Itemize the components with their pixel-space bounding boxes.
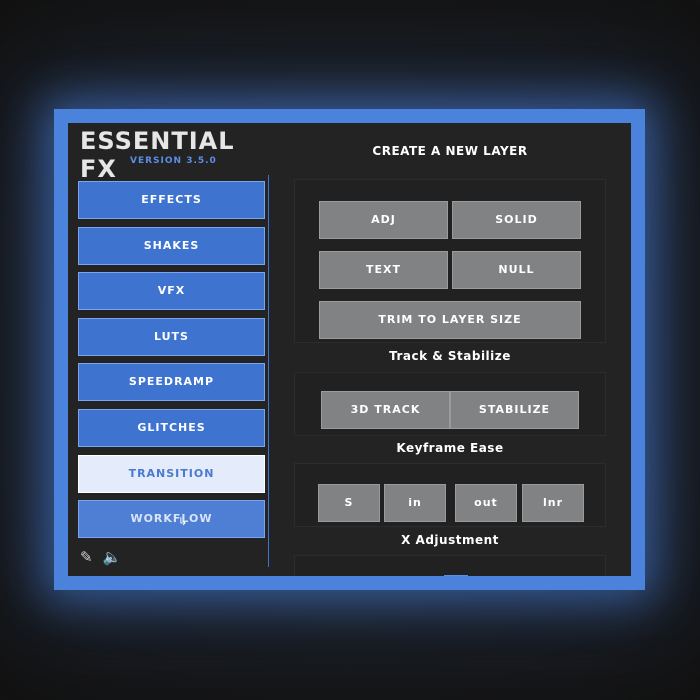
scroll-thumb[interactable] — [444, 575, 468, 576]
ease-out-button[interactable]: out — [455, 484, 517, 522]
3d-track-button[interactable]: 3D TRACK — [321, 391, 450, 429]
create-layer-box: ADJ SOLID TEXT NULL TRIM TO LAYER SIZE — [294, 179, 606, 343]
app-version: VERSION 3.5.0 — [130, 156, 217, 166]
sidebar-nav: EFFECTS SHAKES VFX LUTS SPEEDRAMP GLITCH… — [78, 181, 265, 546]
sidebar-item-luts[interactable]: LUTS — [78, 317, 265, 356]
sidebar-divider — [268, 175, 269, 567]
sidebar-item-vfx[interactable]: VFX — [78, 272, 265, 311]
x-adjustment-box — [294, 555, 606, 576]
sidebar-item-workflow[interactable]: WORKFLOW — [78, 500, 265, 539]
stabilize-button[interactable]: STABILIZE — [450, 391, 579, 429]
eyedropper-icon[interactable]: ✎ — [80, 549, 93, 565]
sidebar-item-effects[interactable]: EFFECTS — [78, 181, 265, 219]
ease-s-button[interactable]: S — [318, 484, 380, 522]
create-layer-heading: CREATE A NEW LAYER — [372, 144, 528, 158]
sidebar-footer: ✎ 🔈 — [80, 549, 121, 565]
sidebar-item-speedramp[interactable]: SPEEDRAMP — [78, 363, 265, 402]
adj-button[interactable]: ADJ — [319, 201, 448, 239]
essential-fx-panel: ESSENTIAL FX VERSION 3.5.0 EFFECTS SHAKE… — [68, 123, 631, 576]
trim-to-layer-size-button[interactable]: TRIM TO LAYER SIZE — [319, 301, 581, 339]
sidebar-item-glitches[interactable]: GLITCHES — [78, 408, 265, 447]
ease-in-button[interactable]: in — [384, 484, 446, 522]
solid-button[interactable]: SOLID — [452, 201, 581, 239]
text-button[interactable]: TEXT — [319, 251, 448, 289]
sidebar-item-shakes[interactable]: SHAKES — [78, 226, 265, 265]
speaker-icon[interactable]: 🔈 — [103, 549, 122, 565]
keyframe-ease-heading: Keyframe Ease — [396, 441, 504, 455]
track-stabilize-box: 3D TRACK STABILIZE — [294, 372, 606, 436]
ease-linear-button[interactable]: lnr — [522, 484, 584, 522]
keyframe-ease-box: S in out lnr — [294, 463, 606, 527]
x-adjustment-heading: X Adjustment — [401, 533, 499, 547]
sidebar-item-transition[interactable]: TRANSITION — [78, 454, 265, 493]
null-button[interactable]: NULL — [452, 251, 581, 289]
track-stabilize-heading: Track & Stabilize — [389, 349, 511, 363]
app-title: ESSENTIAL FX — [80, 127, 235, 183]
mouse-cursor-icon: ↳ — [178, 515, 188, 528]
